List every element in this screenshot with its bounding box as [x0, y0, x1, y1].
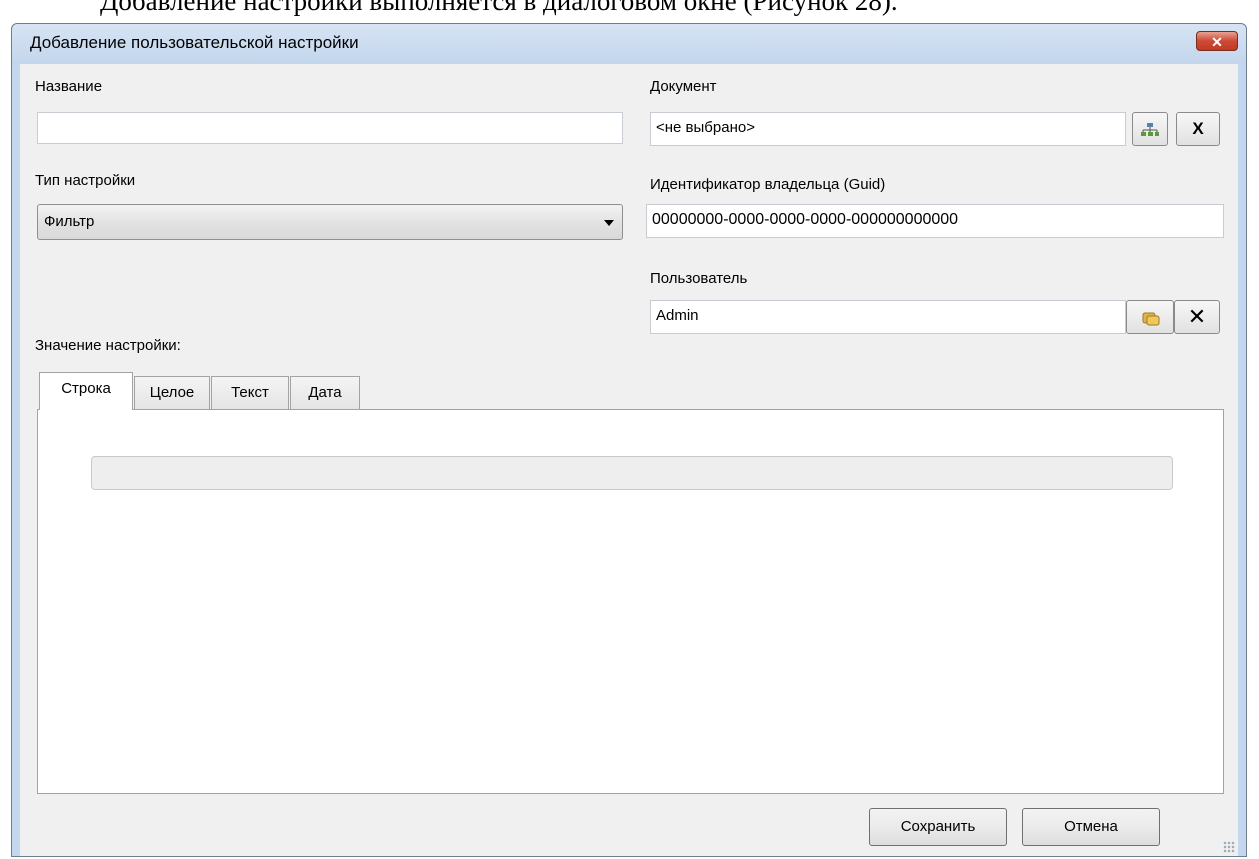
title-bar[interactable]: Добавление пользовательской настройки ✕	[12, 24, 1246, 64]
dialog-window: Добавление пользовательской настройки ✕ …	[11, 23, 1247, 857]
close-button[interactable]: ✕	[1196, 31, 1238, 51]
window-title: Добавление пользовательской настройки	[30, 33, 359, 52]
document-pick-button[interactable]	[1132, 112, 1168, 146]
name-input[interactable]	[37, 112, 623, 144]
close-x-icon: ✕	[1211, 34, 1223, 50]
tab-string[interactable]: Строка	[39, 372, 133, 410]
users-icon	[1140, 307, 1160, 326]
tab-text[interactable]: Текст	[211, 376, 289, 410]
tab-content-panel	[37, 409, 1224, 794]
document-label: Документ	[650, 78, 717, 95]
user-pick-button[interactable]	[1126, 300, 1174, 334]
owner-id-input[interactable]: 00000000-0000-0000-0000-000000000000	[646, 204, 1224, 238]
owner-id-label: Идентификатор владельца (Guid)	[650, 176, 886, 193]
string-value-input[interactable]	[91, 456, 1173, 490]
value-tabs: Строка Целое Текст Дата	[39, 372, 439, 410]
name-label: Название	[35, 78, 103, 95]
setting-type-select[interactable]: Фильтр	[37, 204, 623, 240]
document-caption: Добавление настройки выполняется в диало…	[100, 0, 898, 16]
user-clear-button[interactable]: ✕	[1174, 300, 1220, 334]
hierarchy-icon	[1140, 119, 1160, 138]
document-field[interactable]: <не выбрано>	[650, 112, 1126, 146]
resize-grip-icon[interactable]	[1223, 841, 1235, 853]
dialog-body: Название Документ <не выбрано> X Тип нас…	[20, 64, 1238, 856]
cancel-button[interactable]: Отмена	[1022, 808, 1160, 846]
chevron-down-icon	[604, 220, 614, 226]
user-label: Пользователь	[650, 270, 748, 287]
save-button[interactable]: Сохранить	[869, 808, 1007, 846]
setting-type-value: Фильтр	[44, 213, 95, 230]
setting-value-label: Значение настройки:	[35, 337, 181, 354]
tab-integer[interactable]: Целое	[134, 376, 210, 410]
document-clear-button[interactable]: X	[1176, 112, 1220, 146]
setting-type-label: Тип настройки	[35, 172, 136, 189]
user-field[interactable]: Admin	[650, 300, 1126, 334]
tab-date[interactable]: Дата	[290, 376, 360, 410]
